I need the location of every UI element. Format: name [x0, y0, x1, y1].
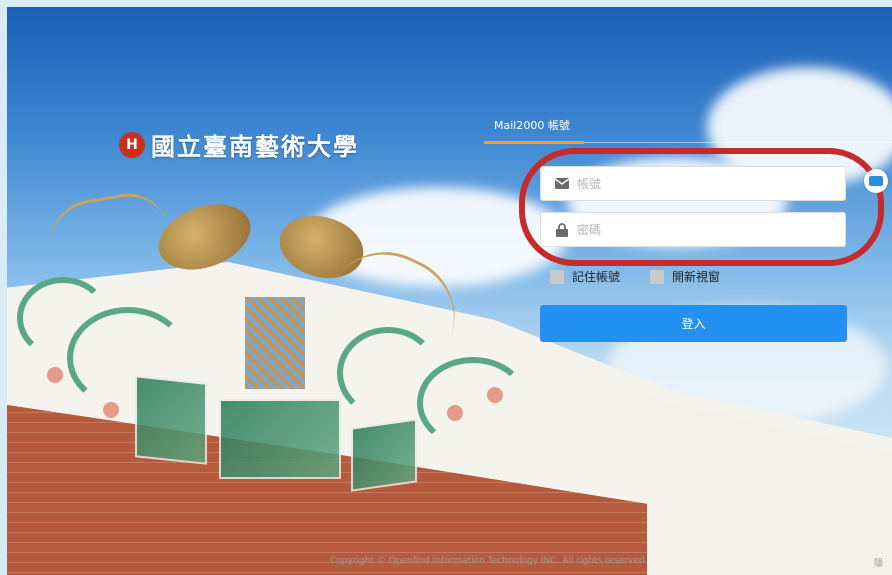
checkbox-box[interactable] [650, 269, 664, 284]
tab-divider [584, 142, 892, 143]
phoenix-plume [44, 186, 170, 251]
university-logo: H 國立臺南藝術大學 [119, 127, 359, 162]
lattice-ornament [245, 297, 305, 389]
remember-account-checkbox[interactable]: 記住帳號 [550, 268, 620, 285]
highlight-annotation [519, 148, 884, 266]
flower-ornament [447, 405, 463, 421]
new-window-label: 開新視窗 [672, 270, 721, 284]
remember-account-label: 記住帳號 [572, 270, 621, 284]
new-window-checkbox[interactable]: 開新視窗 [650, 268, 720, 285]
login-button[interactable]: 登入 [540, 305, 847, 342]
tab-label: Mail2000 帳號 [494, 119, 570, 132]
vine-ornament [67, 307, 189, 409]
background-photo: H 國立臺南藝術大學 [7, 7, 892, 575]
checkbox-box[interactable] [550, 269, 564, 284]
flower-ornament [487, 387, 503, 403]
flower-ornament [103, 402, 119, 418]
university-emblem-icon: H [119, 131, 145, 158]
glass-tile-panel [219, 399, 341, 479]
keyboard-icon[interactable] [864, 169, 888, 193]
tab-mail2000-account[interactable]: Mail2000 帳號 [484, 111, 584, 144]
corner-link[interactable]: 隱 [874, 556, 883, 569]
flower-ornament [47, 367, 63, 383]
glass-tile-panel [351, 418, 417, 492]
tab-active-indicator [484, 141, 584, 144]
copyright-text: Copyright © Openfind Information Technol… [330, 556, 648, 566]
university-name: 國立臺南藝術大學 [151, 132, 359, 161]
vine-ornament [417, 357, 529, 449]
